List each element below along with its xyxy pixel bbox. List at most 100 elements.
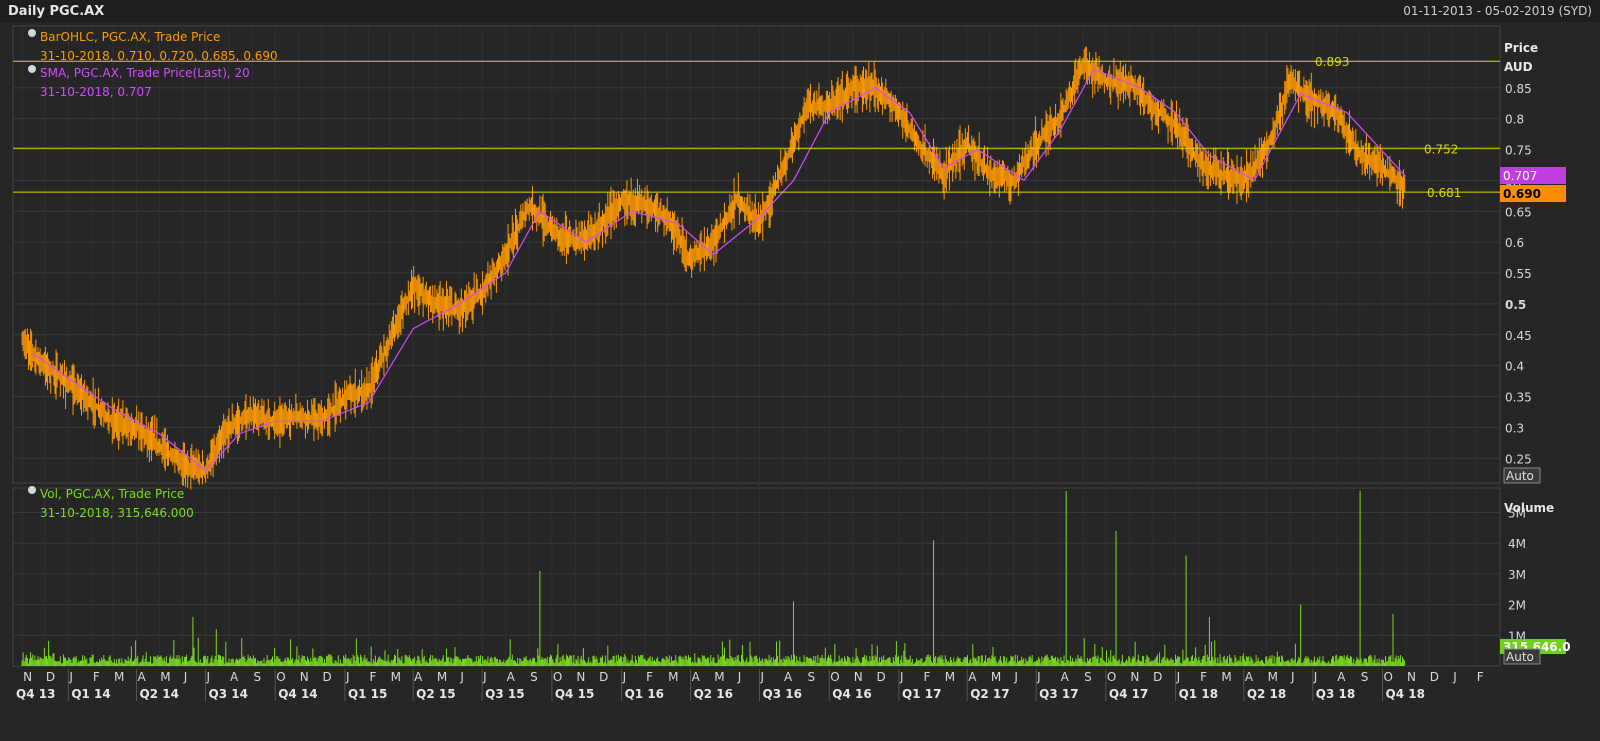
- quarter-tick-label: Q4 13: [16, 687, 55, 701]
- month-tick-label: A: [968, 670, 977, 684]
- legend-sma-values: 31-10-2018, 0.707: [40, 85, 152, 99]
- month-tick-label: N: [854, 670, 863, 684]
- quarter-tick-label: Q3 18: [1316, 687, 1355, 701]
- chart-title: Daily PGC.AX: [8, 4, 105, 19]
- chart-canvas[interactable]: 0.8930.7520.681 0.850.80.750.70.650.60.5…: [0, 22, 1600, 741]
- month-tick-label: O: [830, 670, 839, 684]
- level-label: 0.752: [1424, 142, 1458, 156]
- price-tick-label: 0.6: [1505, 236, 1524, 250]
- legend-vol-name: Vol, PGC.AX, Trade Price: [40, 487, 184, 501]
- quarter-tick-label: Q2 14: [140, 687, 179, 701]
- month-tick-label: F: [646, 670, 653, 684]
- month-tick-label: D: [1430, 670, 1439, 684]
- price-axis-title: Price: [1504, 41, 1538, 55]
- month-tick-label: J: [1452, 670, 1457, 684]
- price-tick-label: 0.4: [1505, 360, 1524, 374]
- month-tick-label: M: [114, 670, 124, 684]
- month-tick-label: F: [1200, 670, 1207, 684]
- price-axis-unit: AUD: [1504, 60, 1533, 74]
- month-tick-label: A: [1337, 670, 1346, 684]
- month-tick-label: O: [276, 670, 285, 684]
- legend-bar-values: 31-10-2018, 0.710, 0.720, 0.685, 0.690: [40, 49, 278, 63]
- price-tick-label: 0.55: [1505, 267, 1532, 281]
- quarter-tick-label: Q1 15: [348, 687, 387, 701]
- quarter-tick-label: Q2 16: [694, 687, 733, 701]
- date-range: 01-11-2013 - 05-02-2019 (SYD): [1403, 4, 1592, 18]
- quarter-tick-label: Q3 17: [1039, 687, 1078, 701]
- month-tick-label: M: [714, 670, 724, 684]
- month-tick-label: N: [1130, 670, 1139, 684]
- legend-bar-icon[interactable]: [28, 29, 36, 37]
- month-tick-label: A: [1245, 670, 1254, 684]
- month-tick-label: A: [1061, 670, 1070, 684]
- month-tick-label: F: [93, 670, 100, 684]
- volume-tick-label: 4M: [1508, 537, 1526, 551]
- month-tick-label: J: [459, 670, 464, 684]
- volume-axis-title: Volume: [1504, 501, 1554, 515]
- chart-window: Daily PGC.AX 01-11-2013 - 05-02-2019 (SY…: [0, 0, 1600, 741]
- month-tick-label: S: [1361, 670, 1369, 684]
- month-tick-label: A: [414, 670, 423, 684]
- month-tick-label: M: [437, 670, 447, 684]
- month-tick-label: M: [1221, 670, 1231, 684]
- month-tick-label: F: [923, 670, 930, 684]
- quarter-tick-label: Q1 18: [1179, 687, 1218, 701]
- month-tick-label: O: [1384, 670, 1393, 684]
- month-tick-label: M: [945, 670, 955, 684]
- month-tick-label: J: [1036, 670, 1041, 684]
- month-tick-label: S: [253, 670, 261, 684]
- month-tick-label: J: [760, 670, 765, 684]
- price-tick-label: 0.65: [1505, 205, 1532, 219]
- quarter-tick-label: Q1 17: [902, 687, 941, 701]
- month-tick-label: A: [784, 670, 793, 684]
- legend-vol-values: 31-10-2018, 315,646.000: [40, 506, 194, 520]
- quarter-tick-label: Q1 14: [71, 687, 110, 701]
- volume-tick-label: 2M: [1508, 599, 1526, 613]
- month-tick-label: A: [507, 670, 516, 684]
- month-tick-label: N: [23, 670, 32, 684]
- month-tick-label: J: [1313, 670, 1318, 684]
- month-tick-label: N: [576, 670, 585, 684]
- month-tick-label: J: [206, 670, 211, 684]
- legend-bar-name: BarOHLC, PGC.AX, Trade Price: [40, 30, 220, 44]
- month-tick-label: S: [1084, 670, 1092, 684]
- quarter-tick-label: Q4 18: [1386, 687, 1425, 701]
- month-tick-label: J: [482, 670, 487, 684]
- month-tick-label: S: [808, 670, 816, 684]
- month-tick-label: A: [230, 670, 239, 684]
- price-tick-label: 0.25: [1505, 452, 1532, 466]
- month-tick-label: J: [345, 670, 350, 684]
- price-auto-label: Auto: [1506, 469, 1534, 483]
- price-tick-label: 0.5: [1505, 298, 1526, 312]
- month-tick-label: M: [991, 670, 1001, 684]
- month-tick-label: S: [530, 670, 538, 684]
- month-tick-label: J: [68, 670, 73, 684]
- month-tick-label: M: [160, 670, 170, 684]
- quarter-tick-label: Q4 15: [555, 687, 594, 701]
- legend-vol-icon[interactable]: [28, 486, 36, 494]
- price-tick-label: 0.35: [1505, 391, 1532, 405]
- price-tick-label: 0.3: [1505, 421, 1524, 435]
- month-tick-label: M: [668, 670, 678, 684]
- month-tick-label: J: [1013, 670, 1018, 684]
- month-tick-label: D: [322, 670, 331, 684]
- price-tick-label: 0.85: [1505, 82, 1532, 96]
- month-tick-label: D: [46, 670, 55, 684]
- price-tick-label: 0.75: [1505, 144, 1532, 158]
- legend-sma-icon[interactable]: [28, 65, 36, 73]
- month-tick-label: J: [183, 670, 188, 684]
- month-tick-label: D: [1153, 670, 1162, 684]
- price-tick-label: 0.45: [1505, 329, 1532, 343]
- month-tick-label: F: [1477, 670, 1484, 684]
- level-label: 0.893: [1315, 55, 1349, 69]
- quarter-tick-label: Q2 15: [416, 687, 455, 701]
- month-tick-label: D: [876, 670, 885, 684]
- month-tick-label: J: [737, 670, 742, 684]
- sma-last-value: 0.707: [1503, 169, 1537, 183]
- month-tick-label: O: [1107, 670, 1116, 684]
- month-tick-label: J: [1176, 670, 1181, 684]
- month-tick-label: M: [1268, 670, 1278, 684]
- month-tick-label: M: [391, 670, 401, 684]
- price-last-value: 0.690: [1503, 187, 1541, 201]
- month-tick-label: N: [300, 670, 309, 684]
